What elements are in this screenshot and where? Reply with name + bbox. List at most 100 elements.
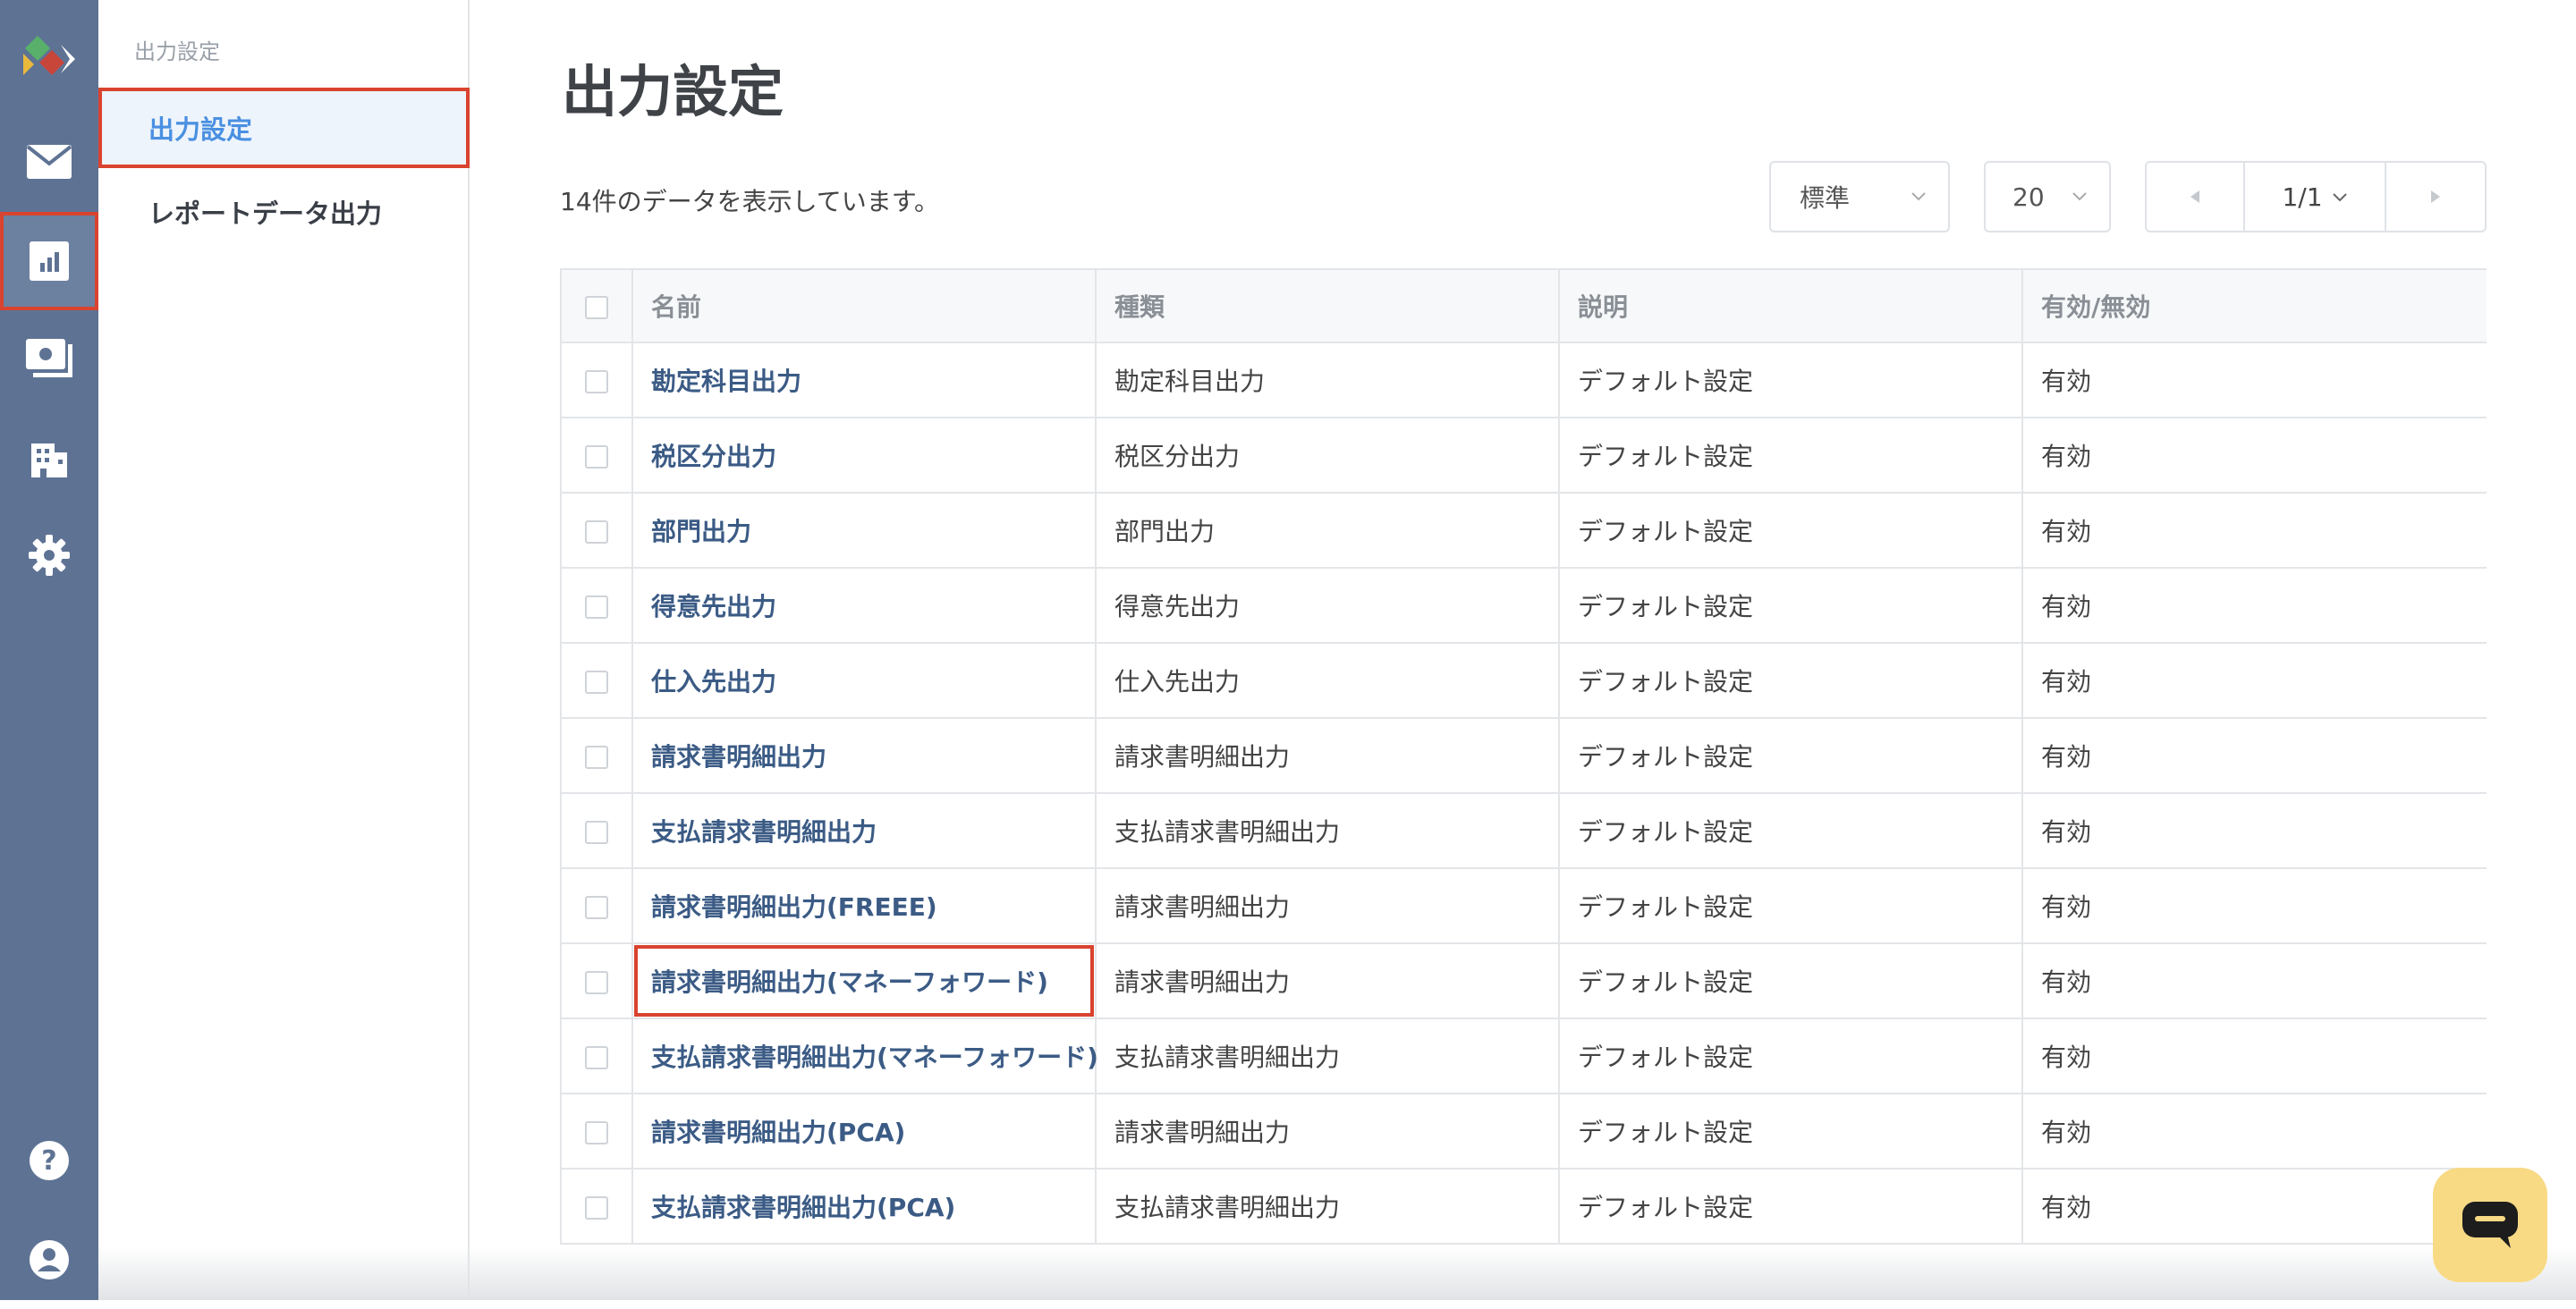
row-description: デフォルト設定: [1558, 642, 2023, 719]
gear-icon: [29, 535, 70, 576]
row-checkbox[interactable]: [584, 519, 608, 544]
row-name-link[interactable]: 得意先出力: [631, 567, 1097, 644]
row-status: 有効: [2021, 567, 2487, 644]
row-name-link[interactable]: 支払請求書明細出力(PCA): [631, 1168, 1097, 1245]
table-row[interactable]: 得意先出力 得意先出力 デフォルト設定 有効: [560, 567, 2487, 644]
table-row[interactable]: 請求書明細出力(PCA) 請求書明細出力 デフォルト設定 有効: [560, 1093, 2487, 1170]
row-checkbox-cell: [560, 792, 633, 869]
table-row[interactable]: 請求書明細出力(マネーフォワード) 請求書明細出力 デフォルト設定 有効: [560, 942, 2487, 1019]
table-row[interactable]: 請求書明細出力(FREEE) 請求書明細出力 デフォルト設定 有効: [560, 867, 2487, 944]
page-select[interactable]: 1/1: [2245, 163, 2386, 231]
rail-settings[interactable]: [0, 506, 98, 604]
chat-bubble-icon: [2462, 1202, 2518, 1248]
row-checkbox[interactable]: [584, 1195, 608, 1220]
row-checkbox-cell: [560, 417, 633, 494]
row-type: 支払請求書明細出力: [1095, 792, 1560, 869]
column-header-description[interactable]: 説明: [1558, 268, 2023, 343]
row-checkbox-cell: [560, 1168, 633, 1245]
row-name-link[interactable]: 請求書明細出力(マネーフォワード): [631, 942, 1097, 1019]
row-checkbox-cell: [560, 1093, 633, 1170]
row-description: デフォルト設定: [1558, 792, 2023, 869]
row-description: デフォルト設定: [1558, 867, 2023, 944]
per-page-select[interactable]: 20: [1984, 161, 2111, 232]
row-status: 有効: [2021, 1018, 2487, 1094]
rail-mail[interactable]: [0, 113, 98, 211]
table-row[interactable]: 支払請求書明細出力 支払請求書明細出力 デフォルト設定 有効: [560, 792, 2487, 869]
row-checkbox[interactable]: [584, 745, 608, 769]
row-checkbox-cell: [560, 867, 633, 944]
row-type: 勘定科目出力: [1095, 342, 1560, 418]
row-type: 得意先出力: [1095, 567, 1560, 644]
row-checkbox[interactable]: [584, 595, 608, 619]
select-all-cell: [560, 268, 633, 343]
row-type: 請求書明細出力: [1095, 717, 1560, 794]
subnav-item-report-data-output[interactable]: レポートデータ出力: [98, 172, 470, 252]
row-name-link[interactable]: 請求書明細出力(PCA): [631, 1093, 1097, 1170]
row-status: 有効: [2021, 942, 2487, 1019]
row-name-link[interactable]: 請求書明細出力: [631, 717, 1097, 794]
table-row[interactable]: 部門出力 部門出力 デフォルト設定 有効: [560, 492, 2487, 569]
view-select[interactable]: 標準: [1769, 161, 1950, 232]
row-name-link[interactable]: 支払請求書明細出力(マネーフォワード): [631, 1018, 1098, 1094]
row-name-link[interactable]: 請求書明細出力(FREEE): [631, 867, 1097, 944]
view-select-value: 標準: [1800, 183, 1851, 213]
column-header-type[interactable]: 種類: [1095, 268, 1560, 343]
row-checkbox[interactable]: [584, 369, 608, 393]
chevron-down-icon: [2072, 192, 2087, 201]
chat-widget-button[interactable]: [2433, 1168, 2547, 1282]
row-description: デフォルト設定: [1558, 1168, 2023, 1245]
rail-invoice[interactable]: [0, 309, 98, 408]
sub-sidebar: 出力設定 出力設定 レポートデータ出力: [98, 0, 470, 1300]
row-type: 請求書明細出力: [1095, 867, 1560, 944]
chevron-down-icon: [1911, 192, 1926, 201]
table-row[interactable]: 支払請求書明細出力(PCA) 支払請求書明細出力 デフォルト設定 有効: [560, 1168, 2487, 1245]
row-checkbox[interactable]: [584, 670, 608, 694]
row-type: 部門出力: [1095, 492, 1560, 569]
logo-icon[interactable]: [20, 32, 79, 82]
column-header-status[interactable]: 有効/無効: [2021, 268, 2487, 343]
row-checkbox[interactable]: [584, 1120, 608, 1144]
help-icon: ?: [30, 1141, 69, 1180]
row-checkbox[interactable]: [584, 970, 608, 994]
row-checkbox[interactable]: [584, 444, 608, 469]
row-type: 支払請求書明細出力: [1095, 1018, 1560, 1094]
row-name-link[interactable]: 支払請求書明細出力: [631, 792, 1097, 869]
row-checkbox-cell: [560, 1018, 633, 1094]
row-type: 税区分出力: [1095, 417, 1560, 494]
row-status: 有効: [2021, 1093, 2487, 1170]
table-row[interactable]: 請求書明細出力 請求書明細出力 デフォルト設定 有効: [560, 717, 2487, 794]
table-row[interactable]: 支払請求書明細出力(マネーフォワード) 支払請求書明細出力 デフォルト設定 有効: [560, 1018, 2487, 1094]
select-all-checkbox[interactable]: [584, 295, 608, 319]
pagination: 1/1: [2145, 161, 2487, 232]
subnav-item-output-settings[interactable]: 出力設定: [98, 88, 470, 168]
row-status: 有効: [2021, 417, 2487, 494]
row-description: デフォルト設定: [1558, 492, 2023, 569]
rail-help[interactable]: ?: [0, 1111, 98, 1210]
table-row[interactable]: 仕入先出力 仕入先出力 デフォルト設定 有効: [560, 642, 2487, 719]
prev-page-button[interactable]: [2147, 163, 2245, 231]
row-checkbox-cell: [560, 942, 633, 1019]
bottom-shadow: [98, 1246, 2576, 1300]
table-row[interactable]: 税区分出力 税区分出力 デフォルト設定 有効: [560, 417, 2487, 494]
row-name-link[interactable]: 部門出力: [631, 492, 1097, 569]
subnav-heading: 出力設定: [134, 39, 220, 64]
caret-right-icon: [2431, 190, 2440, 203]
rail-company[interactable]: [0, 408, 98, 506]
column-header-name[interactable]: 名前: [631, 268, 1097, 343]
caret-left-icon: [2190, 190, 2199, 203]
row-type: 請求書明細出力: [1095, 942, 1560, 1019]
row-name-link[interactable]: 勘定科目出力: [631, 342, 1097, 418]
next-page-button[interactable]: [2386, 163, 2485, 231]
rail-account[interactable]: [0, 1211, 98, 1309]
row-checkbox[interactable]: [584, 895, 608, 919]
row-checkbox[interactable]: [584, 1045, 608, 1069]
row-checkbox-cell: [560, 717, 633, 794]
row-name-link[interactable]: 税区分出力: [631, 417, 1097, 494]
row-checkbox[interactable]: [584, 820, 608, 844]
rail-report[interactable]: [0, 212, 98, 310]
table-row[interactable]: 勘定科目出力 勘定科目出力 デフォルト設定 有効: [560, 342, 2487, 418]
row-status: 有効: [2021, 867, 2487, 944]
svg-text:?: ?: [41, 1145, 56, 1177]
row-name-link[interactable]: 仕入先出力: [631, 642, 1097, 719]
table-header-row: 名前 種類 説明 有効/無効: [560, 268, 2487, 343]
